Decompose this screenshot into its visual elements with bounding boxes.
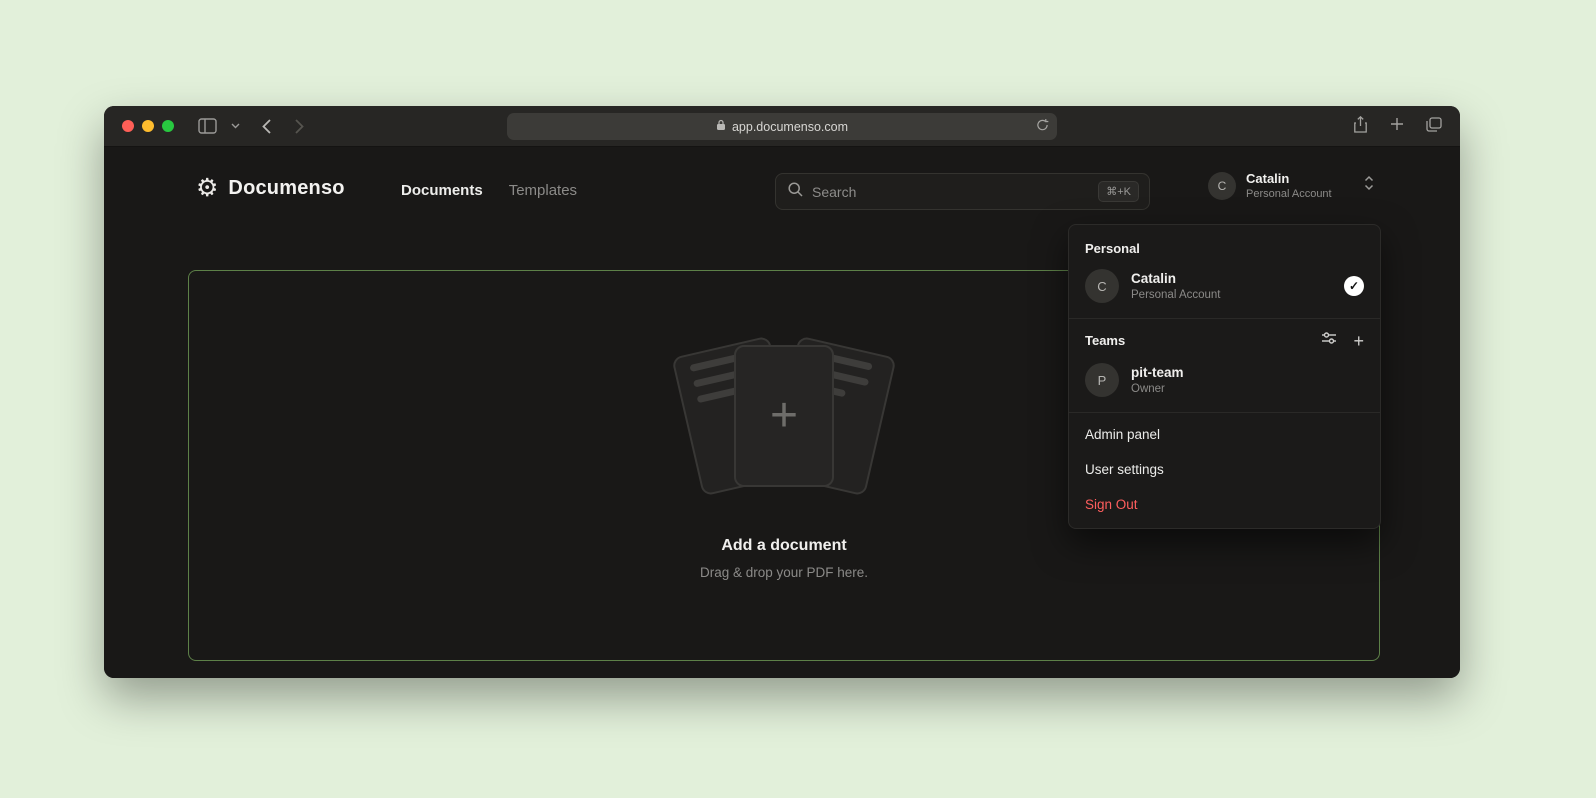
url-text: app.documenso.com (732, 120, 848, 134)
menu-divider (1069, 412, 1380, 413)
menu-divider (1069, 318, 1380, 319)
nav-item-templates[interactable]: Templates (509, 182, 577, 199)
manage-teams-icon[interactable] (1321, 331, 1337, 350)
menu-item-sign-out[interactable]: Sign Out (1069, 487, 1380, 522)
account-menu-trigger[interactable]: C Catalin Personal Account (1208, 171, 1374, 200)
chevron-up-down-icon (1364, 175, 1374, 196)
minimize-window-button[interactable] (142, 120, 154, 132)
menu-item-user-settings[interactable]: User settings (1069, 452, 1380, 487)
menu-item-admin-panel[interactable]: Admin panel (1069, 417, 1380, 452)
brand-name: Documenso (228, 177, 344, 200)
close-window-button[interactable] (122, 120, 134, 132)
browser-window: app.documenso.com (104, 106, 1460, 678)
nav-item-documents[interactable]: Documents (401, 182, 483, 199)
tab-overview-icon[interactable] (1426, 117, 1442, 137)
account-type: Personal Account (1246, 188, 1332, 200)
search-shortcut-badge: ⌘+K (1098, 181, 1139, 202)
zoom-window-button[interactable] (162, 120, 174, 132)
new-tab-icon[interactable] (1390, 117, 1404, 136)
account-avatar: C (1208, 172, 1236, 200)
menu-item-personal-account[interactable]: C Catalin Personal Account ✓ (1069, 262, 1380, 316)
brand-link[interactable]: ⚙ Documenso (196, 176, 345, 201)
team-role: Owner (1131, 383, 1184, 395)
personal-account-name: Catalin (1131, 271, 1221, 286)
team-name: pit-team (1131, 365, 1184, 380)
back-button-icon[interactable] (262, 119, 271, 134)
search-icon (788, 182, 803, 202)
personal-account-type: Personal Account (1131, 289, 1221, 301)
dropzone-title: Add a document (721, 537, 846, 555)
plus-icon: + (770, 392, 798, 440)
forward-button-icon[interactable] (295, 119, 304, 134)
main-nav: Documents Templates (401, 182, 577, 199)
create-team-icon[interactable]: + (1353, 333, 1364, 349)
menu-teams-header: Teams + (1069, 323, 1380, 356)
document-stack-illustration: + (654, 323, 914, 523)
sidebar-chevron-down-icon[interactable] (231, 123, 240, 129)
address-bar[interactable]: app.documenso.com (507, 113, 1057, 140)
menu-item-team-account[interactable]: P pit-team Owner (1069, 356, 1380, 410)
selected-check-icon: ✓ (1344, 276, 1364, 296)
search-input[interactable] (812, 184, 1089, 200)
refresh-icon[interactable] (1036, 118, 1049, 135)
team-avatar: P (1085, 363, 1119, 397)
app-content: ⚙ Documenso Documents Templates ⌘+K C Ca… (104, 147, 1460, 678)
browser-titlebar: app.documenso.com (104, 106, 1460, 147)
document-card-center: + (734, 345, 834, 487)
account-name: Catalin (1246, 171, 1332, 186)
documenso-logo-icon: ⚙ (196, 176, 218, 201)
menu-personal-label: Personal (1069, 231, 1380, 262)
personal-account-avatar: C (1085, 269, 1119, 303)
lock-icon (716, 119, 726, 134)
search-bar: ⌘+K (775, 173, 1150, 210)
sidebar-toggle-icon[interactable] (198, 118, 217, 134)
account-dropdown-menu: Personal C Catalin Personal Account ✓ Te… (1068, 224, 1381, 529)
dropzone-subtitle: Drag & drop your PDF here. (700, 565, 868, 580)
traffic-lights (122, 120, 174, 132)
share-icon[interactable] (1353, 116, 1368, 138)
menu-teams-label: Teams (1085, 333, 1125, 348)
